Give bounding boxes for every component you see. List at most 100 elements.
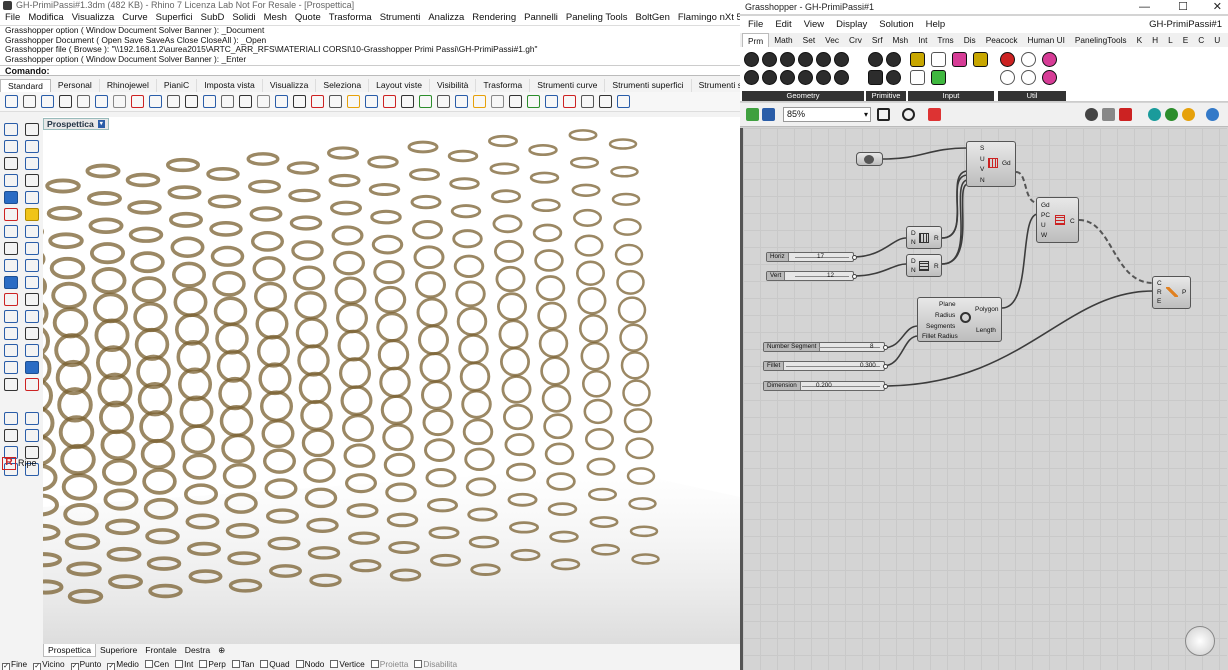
left-tool-icon[interactable]: [25, 191, 39, 204]
toolbar-tool-icon[interactable]: [221, 95, 234, 108]
open-file-icon[interactable]: [746, 108, 759, 121]
toolbar-tool-icon[interactable]: [491, 95, 504, 108]
left-tool-icon[interactable]: [25, 140, 39, 153]
toolbar-tool-icon[interactable]: [455, 95, 468, 108]
gh-tab[interactable]: E: [1178, 33, 1194, 47]
gh-component-icon[interactable]: [910, 70, 925, 85]
menu-item[interactable]: Pannelli: [524, 11, 558, 25]
toolbar-tool-icon[interactable]: [419, 95, 432, 108]
toolbar-tool-icon[interactable]: [437, 95, 450, 108]
osnap-int[interactable]: Int: [175, 659, 193, 670]
gh-canvas[interactable]: S U V N Gd Gd PC U W C D N R D N R Plane…: [743, 128, 1227, 670]
left-tool-icon[interactable]: [4, 242, 18, 255]
left-tool-icon[interactable]: [25, 208, 39, 221]
left-tool-icon[interactable]: [25, 276, 39, 289]
gh-component-icon[interactable]: [910, 52, 925, 67]
toolbar-tab[interactable]: Seleziona: [316, 79, 370, 92]
left-tool-icon[interactable]: [4, 225, 18, 238]
osnap-checkbox[interactable]: [330, 660, 339, 668]
gh-component-icon[interactable]: [931, 52, 946, 67]
zoom-combo[interactable]: 85% ▾: [783, 107, 871, 122]
osnap-checkbox[interactable]: [414, 660, 423, 668]
divide-domain2-component[interactable]: S U V N Gd: [966, 141, 1016, 187]
save-file-icon[interactable]: [762, 108, 775, 121]
viewport-tab[interactable]: Frontale: [141, 644, 181, 657]
material-icon[interactable]: [1148, 108, 1161, 121]
menu-item[interactable]: Mesh: [264, 11, 287, 25]
bake-icon[interactable]: [1182, 108, 1195, 121]
left-tool-icon[interactable]: [25, 157, 39, 170]
left-tool-icon[interactable]: [25, 412, 39, 425]
polygon-component[interactable]: Plane Radius Segments Fillet Radius Poly…: [917, 297, 1002, 342]
left-tool-icon[interactable]: [25, 361, 39, 374]
toolbar-tab[interactable]: PianiC: [157, 79, 198, 92]
viewport-menu-icon[interactable]: ▾: [97, 120, 105, 128]
menu-item[interactable]: Visualizza: [72, 11, 115, 25]
gh-component-icon[interactable]: [973, 52, 988, 67]
canvas-navigation-icon[interactable]: [1185, 626, 1215, 656]
gh-tab[interactable]: C: [1193, 33, 1209, 47]
toolbar-tool-icon[interactable]: [77, 95, 90, 108]
toolbar-tool-icon[interactable]: [239, 95, 252, 108]
menu-item[interactable]: Analizza: [428, 11, 464, 25]
menu-item[interactable]: Solidi: [232, 11, 255, 25]
osnap-checkbox[interactable]: [295, 660, 304, 668]
left-tool-icon[interactable]: [4, 157, 18, 170]
toolbar-tab[interactable]: Personal: [51, 79, 100, 92]
gh-component-icon[interactable]: [834, 52, 849, 67]
toolbar-tool-icon[interactable]: [5, 95, 18, 108]
slider-vert[interactable]: Vert 12: [766, 271, 857, 281]
osnap-tan[interactable]: Tan: [231, 659, 254, 670]
slider-fillet[interactable]: Fillet 0.300: [763, 361, 888, 371]
menu-item[interactable]: Rendering: [472, 11, 516, 25]
menu-item[interactable]: Curve: [122, 11, 147, 25]
osnap-perp[interactable]: Perp: [199, 659, 226, 670]
menu-item[interactable]: BoltGen: [636, 11, 670, 25]
gh-component-icon[interactable]: [1042, 52, 1057, 67]
osnap-checkbox[interactable]: [199, 660, 208, 668]
preview-eye-icon[interactable]: [902, 108, 915, 121]
gh-tab[interactable]: Int: [913, 33, 932, 47]
toolbar-tool-icon[interactable]: [383, 95, 396, 108]
viewport-tab[interactable]: Superiore: [96, 644, 141, 657]
gh-component-icon[interactable]: [868, 52, 883, 67]
sketch-icon[interactable]: [928, 108, 941, 121]
toolbar-tab[interactable]: Layout viste: [369, 79, 430, 92]
gh-menu-item[interactable]: Solution: [879, 16, 913, 33]
construct-domain-component[interactable]: D N R: [906, 254, 942, 277]
gh-tab[interactable]: K: [1132, 33, 1148, 47]
left-tool-icon[interactable]: [4, 429, 18, 442]
toolbar-tool-icon[interactable]: [365, 95, 378, 108]
gh-tab[interactable]: Set: [798, 33, 820, 47]
toolbar-tool-icon[interactable]: [185, 95, 198, 108]
pipe-component[interactable]: C R E P: [1152, 276, 1191, 309]
toolbar-tool-icon[interactable]: [509, 95, 522, 108]
preview-shaded-icon[interactable]: [1102, 108, 1115, 121]
gh-component-icon[interactable]: [868, 70, 883, 85]
menu-item[interactable]: Modifica: [28, 11, 63, 25]
left-tool-icon[interactable]: [4, 344, 18, 357]
gh-component-icon[interactable]: [1042, 70, 1057, 85]
toolbar-tool-icon[interactable]: [41, 95, 54, 108]
toolbar-tool-icon[interactable]: [473, 95, 486, 108]
left-tool-icon[interactable]: [25, 242, 39, 255]
osnap-checkbox[interactable]: ✓: [33, 663, 42, 670]
osnap-punto[interactable]: ✓ Punto: [70, 659, 101, 670]
menu-item[interactable]: File: [5, 11, 20, 25]
gh-tab[interactable]: Dis: [959, 33, 981, 47]
osnap-checkbox[interactable]: [175, 660, 184, 668]
osnap-checkbox[interactable]: ✓: [107, 663, 116, 670]
left-tool-icon[interactable]: [4, 412, 18, 425]
toolbar-tab[interactable]: Strumenti solidi: [692, 79, 740, 92]
gh-tab[interactable]: Math: [769, 33, 797, 47]
toolbar-tab[interactable]: Trasforma: [476, 79, 531, 92]
osnap-checkbox[interactable]: [370, 660, 379, 668]
gh-component-icon[interactable]: [1000, 70, 1015, 85]
gh-component-icon[interactable]: [816, 52, 831, 67]
toolbar-tool-icon[interactable]: [581, 95, 594, 108]
toolbar-tool-icon[interactable]: [23, 95, 36, 108]
toolbar-tool-icon[interactable]: [545, 95, 558, 108]
toolbar-tool-icon[interactable]: [149, 95, 162, 108]
toolbar-tool-icon[interactable]: [347, 95, 360, 108]
left-tool-icon[interactable]: [25, 225, 39, 238]
